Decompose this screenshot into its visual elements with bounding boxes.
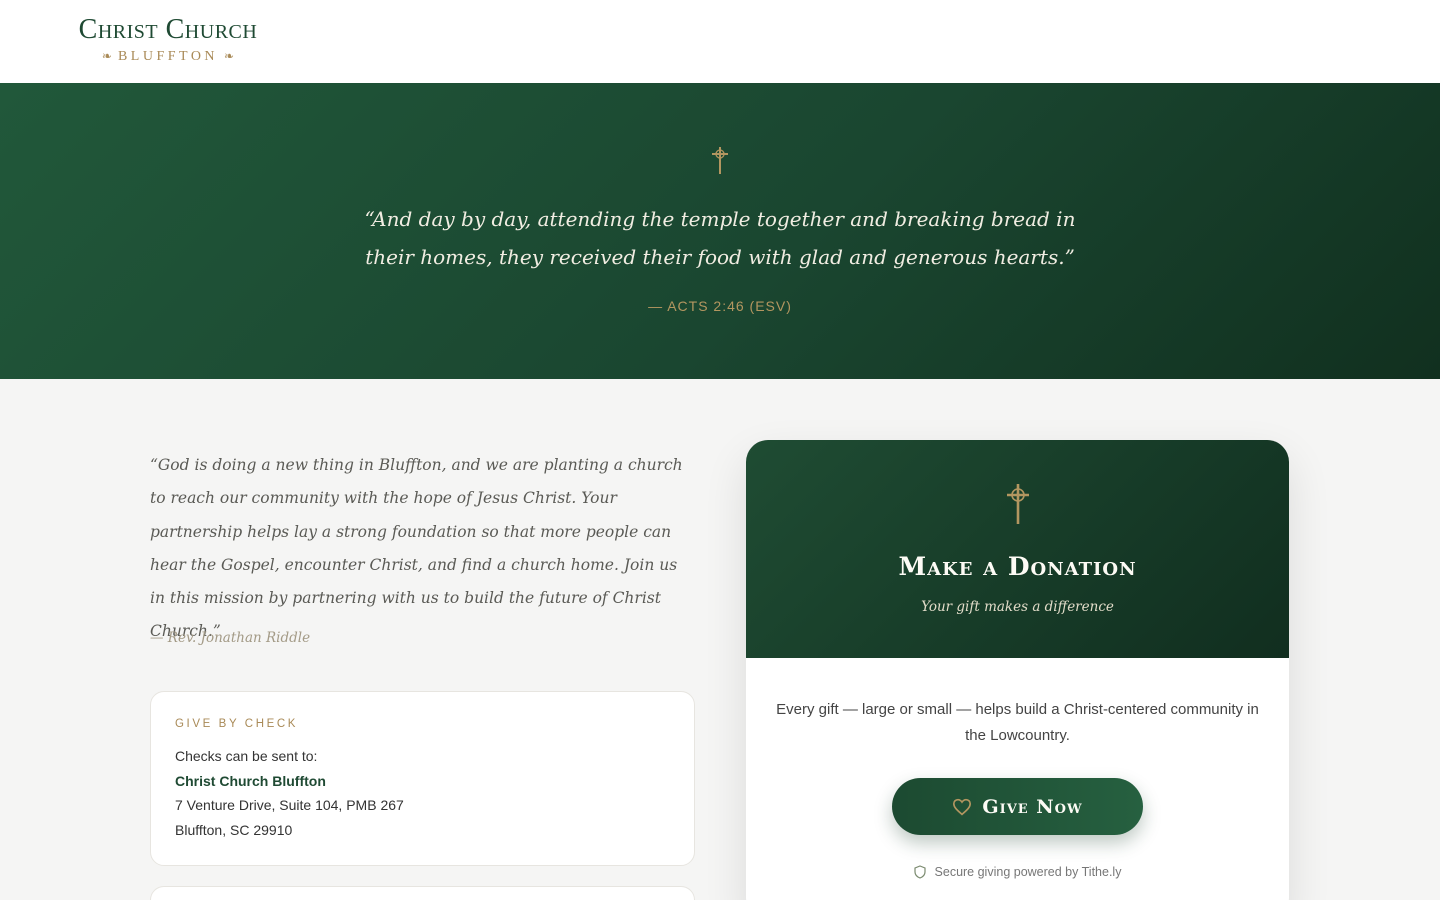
give-now-button[interactable]: Give Now <box>892 778 1143 835</box>
check-org-name: Christ Church Bluffton <box>175 772 326 789</box>
scripture-reference: — ACTS 2:46 (ESV) <box>648 298 792 314</box>
check-address-line-1: 7 Venture Drive, Suite 104, PMB 267 <box>175 797 404 813</box>
donation-card-header: Make a Donation Your gift makes a differ… <box>746 440 1289 658</box>
donation-card: Make a Donation Your gift makes a differ… <box>746 440 1289 900</box>
next-card <box>150 886 695 900</box>
logo-subtitle-text: BLUFFTON <box>117 49 219 64</box>
site-logo[interactable]: Christ Church ❧ BLUFFTON ❧ <box>50 12 286 67</box>
cross-icon <box>712 147 728 174</box>
site-header: Christ Church ❧ BLUFFTON ❧ <box>0 0 1440 83</box>
shield-icon <box>913 865 926 879</box>
pastor-quote: “God is doing a new thing in Bluffton, a… <box>150 456 683 641</box>
donation-subtitle: Your gift makes a difference <box>921 599 1114 615</box>
check-intro: Checks can be sent to: <box>175 748 318 764</box>
give-by-check-card: GIVE BY CHECK Checks can be sent to: Chr… <box>150 691 695 866</box>
donation-description: Every gift — large or small — helps buil… <box>776 701 1259 744</box>
logo-subtitle: ❧ BLUFFTON ❧ <box>50 46 286 67</box>
cross-icon <box>1007 484 1029 524</box>
check-heading: GIVE BY CHECK <box>175 718 299 730</box>
give-now-label: Give Now <box>982 795 1083 818</box>
ornament-left-icon: ❧ <box>101 49 112 63</box>
check-address-line-2: Bluffton, SC 29910 <box>175 821 293 838</box>
secure-giving-text: Secure giving powered by Tithe.ly <box>934 865 1122 879</box>
secure-giving-note: Secure giving powered by Tithe.ly <box>746 865 1289 879</box>
ornament-right-icon: ❧ <box>224 49 235 63</box>
logo-title: Christ Church <box>78 14 258 45</box>
scripture-banner: “And day by day, attending the temple to… <box>0 83 1440 379</box>
check-address-block: Checks can be sent to: Christ Church Blu… <box>175 744 404 842</box>
heart-icon <box>953 798 972 815</box>
scripture-quote: “And day by day, attending the temple to… <box>364 207 1076 269</box>
donation-title: Make a Donation <box>898 552 1137 581</box>
pastor-attribution: — Rev. Jonathan Riddle <box>150 630 311 646</box>
